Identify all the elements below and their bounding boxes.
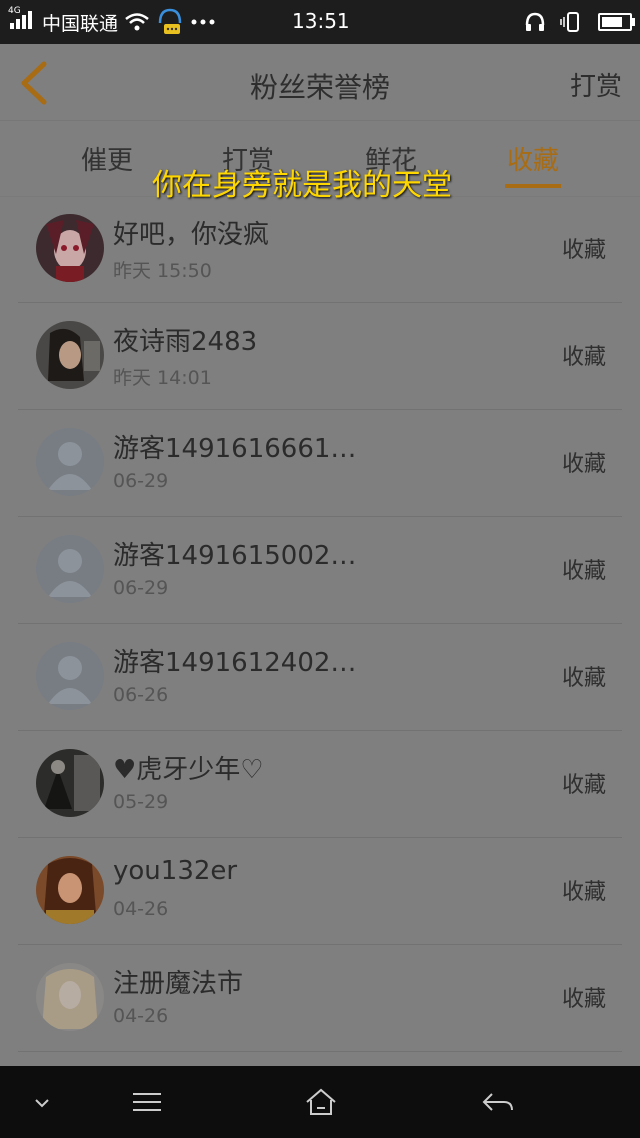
wifi-icon xyxy=(125,13,149,31)
avatar[interactable] xyxy=(36,856,104,924)
timestamp: 05-29 xyxy=(113,791,169,813)
timestamp: 04-26 xyxy=(113,1005,169,1027)
tab-urge[interactable]: 催更 xyxy=(52,140,162,177)
back-icon[interactable] xyxy=(478,1084,518,1120)
app-screen: 粉丝荣誉榜 打赏 催更 打赏 鲜花 收藏 你在身旁就是我的天堂 好吧，你没疯 昨… xyxy=(0,44,640,1066)
user-name: you132er xyxy=(113,856,238,886)
timestamp: 昨天 14:01 xyxy=(113,367,212,389)
timestamp: 昨天 15:50 xyxy=(113,260,212,282)
list-item[interactable]: ♥虎牙少年♡ 05-29 收藏 xyxy=(18,731,622,838)
user-name: 游客1491615002… xyxy=(113,541,357,571)
action-label: 收藏 xyxy=(561,880,606,905)
list-item[interactable]: 游客1491612402… 06-26 收藏 xyxy=(18,624,622,731)
default-avatar-icon[interactable] xyxy=(36,642,104,710)
default-avatar-icon[interactable] xyxy=(36,428,104,496)
more-dots-icon xyxy=(191,19,215,25)
active-tab-indicator xyxy=(505,184,561,188)
action-label: 收藏 xyxy=(561,238,606,263)
user-name: 夜诗雨2483 xyxy=(113,327,258,357)
action-label: 收藏 xyxy=(561,773,606,798)
timestamp: 04-26 xyxy=(113,898,169,920)
clock: 13:51 xyxy=(292,9,350,33)
list-item[interactable]: 好吧，你没疯 昨天 15:50 收藏 xyxy=(18,196,622,303)
carrier-name: 中国联通 xyxy=(42,12,119,35)
timestamp: 06-26 xyxy=(113,684,169,706)
video-caption-overlay: 你在身旁就是我的天堂 xyxy=(152,168,452,203)
vibrate-icon xyxy=(560,12,579,32)
action-label: 收藏 xyxy=(561,559,606,584)
status-bar: 4G 中国联通 13:51 xyxy=(0,0,640,44)
avatar[interactable] xyxy=(36,321,104,389)
page-title: 粉丝荣誉榜 xyxy=(249,71,390,104)
timestamp: 06-29 xyxy=(113,577,169,599)
tip-button[interactable]: 打赏 xyxy=(570,66,622,103)
action-label: 收藏 xyxy=(561,666,606,691)
fan-list: 好吧，你没疯 昨天 15:50 收藏 夜诗雨2483 昨天 14:01 收藏 游… xyxy=(0,196,640,1052)
user-name: 注册魔法市 xyxy=(113,969,244,999)
default-avatar-icon[interactable] xyxy=(36,535,104,603)
system-navigation-bar xyxy=(0,1066,640,1138)
battery-icon xyxy=(598,13,635,31)
tab-favorites[interactable]: 收藏 xyxy=(478,140,588,177)
headphones-icon xyxy=(525,12,545,31)
action-label: 收藏 xyxy=(561,987,606,1012)
list-item[interactable]: 游客1491616661… 06-29 收藏 xyxy=(18,410,622,517)
signal-icon xyxy=(8,9,34,35)
chat-assistant-icon xyxy=(158,8,182,34)
avatar[interactable] xyxy=(36,963,104,1031)
action-label: 收藏 xyxy=(561,345,606,370)
avatar[interactable] xyxy=(36,214,104,282)
menu-icon[interactable] xyxy=(127,1084,167,1120)
list-item[interactable]: 夜诗雨2483 昨天 14:01 收藏 xyxy=(18,303,622,410)
list-item[interactable]: you132er 04-26 收藏 xyxy=(18,838,622,945)
user-name: 游客1491612402… xyxy=(113,648,357,678)
user-name: 游客1491616661… xyxy=(113,434,357,464)
list-item[interactable]: 游客1491615002… 06-29 收藏 xyxy=(18,517,622,624)
action-label: 收藏 xyxy=(561,452,606,477)
list-item[interactable]: 注册魔法市 04-26 收藏 xyxy=(18,945,622,1052)
avatar[interactable] xyxy=(36,749,104,817)
user-name: 好吧，你没疯 xyxy=(113,220,270,250)
top-nav-bar: 粉丝荣誉榜 打赏 xyxy=(0,44,640,121)
timestamp: 06-29 xyxy=(113,470,169,492)
home-icon[interactable] xyxy=(301,1084,341,1120)
chevron-down-icon[interactable] xyxy=(22,1084,62,1120)
user-name: ♥虎牙少年♡ xyxy=(113,755,264,785)
